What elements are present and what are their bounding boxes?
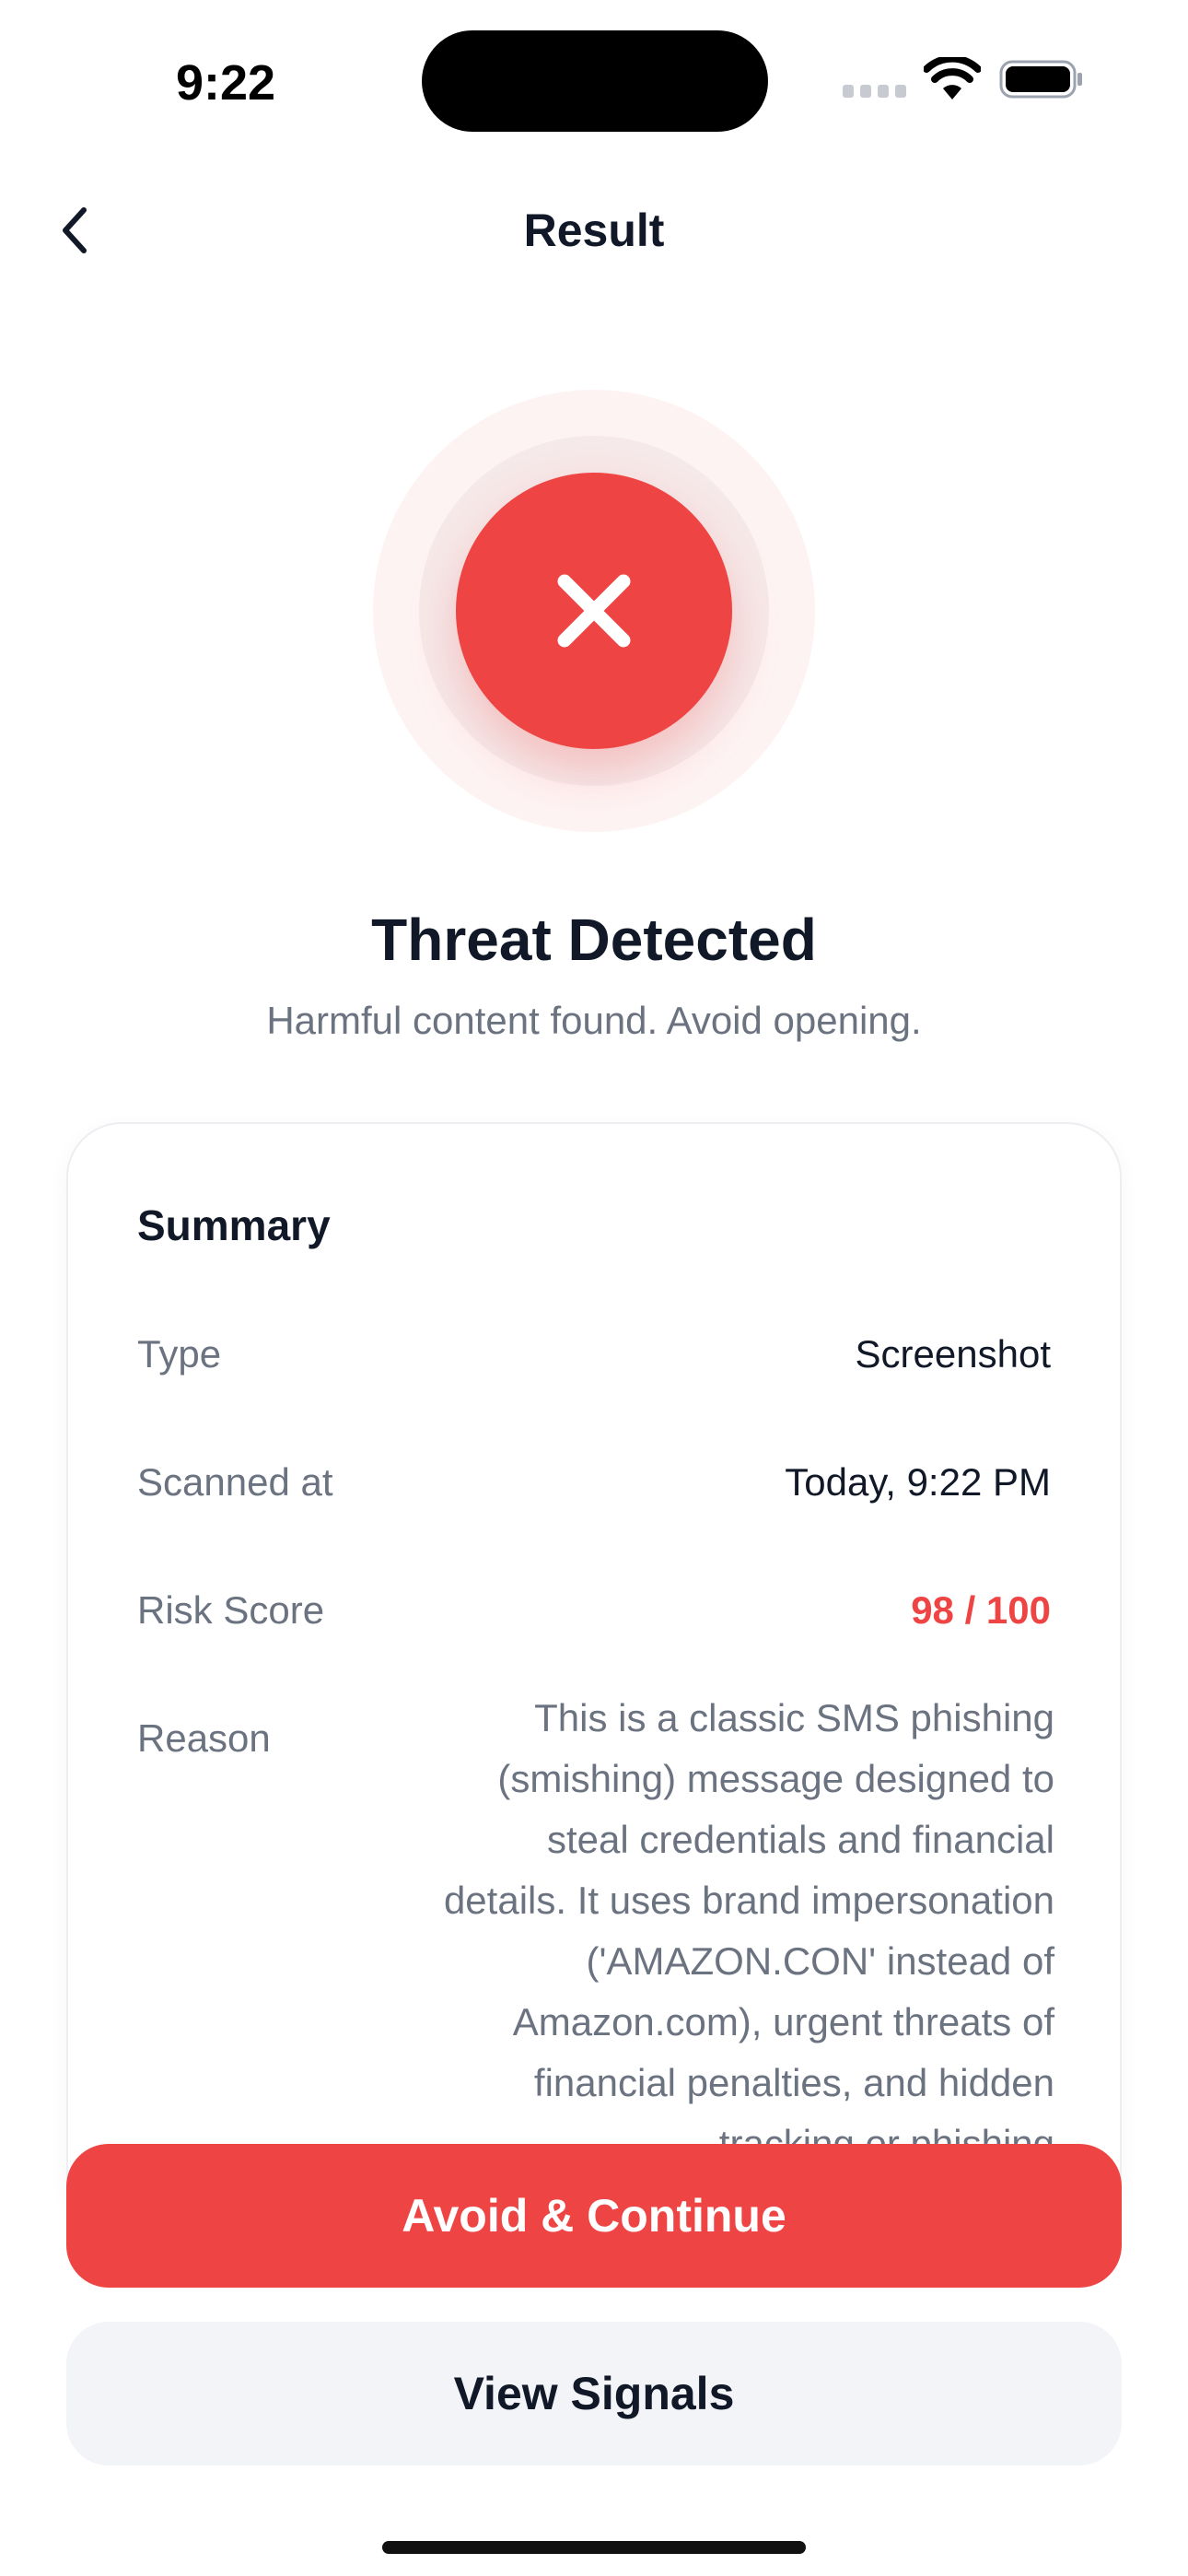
page-title: Result xyxy=(523,205,665,256)
x-mark-icon xyxy=(557,574,631,648)
dynamic-island xyxy=(422,30,768,132)
result-screen: 9:22 Result Threat Detected Harmful cont… xyxy=(0,0,1188,2576)
status-time: 9:22 xyxy=(175,55,276,111)
type-label: Type xyxy=(137,1332,222,1376)
avoid-continue-button[interactable]: Avoid & Continue xyxy=(66,2144,1122,2288)
risk-score-value: 98 / 100 xyxy=(911,1588,1051,1632)
result-subhead: Harmful content found. Avoid opening. xyxy=(266,999,922,1042)
summary-card: Summary Type Screenshot Scanned at Today… xyxy=(66,1122,1122,2228)
cellular-signal-icon xyxy=(843,85,907,98)
reason-text: This is a classic SMS phishing (smishing… xyxy=(443,1696,1054,2165)
battery-icon xyxy=(999,60,1082,99)
scanned-at-label: Scanned at xyxy=(137,1460,333,1504)
summary-title: Summary xyxy=(137,1201,331,1249)
result-headline: Threat Detected xyxy=(371,907,817,973)
home-indicator[interactable] xyxy=(382,2541,806,2554)
chevron-left-icon[interactable] xyxy=(53,203,99,258)
threat-status-badge xyxy=(456,473,732,749)
wifi-icon xyxy=(924,57,981,100)
view-signals-button[interactable]: View Signals xyxy=(66,2322,1122,2465)
risk-score-label: Risk Score xyxy=(137,1588,325,1632)
scanned-at-value: Today, 9:22 PM xyxy=(785,1460,1051,1504)
type-value: Screenshot xyxy=(855,1332,1051,1376)
reason-label: Reason xyxy=(137,1716,271,1760)
